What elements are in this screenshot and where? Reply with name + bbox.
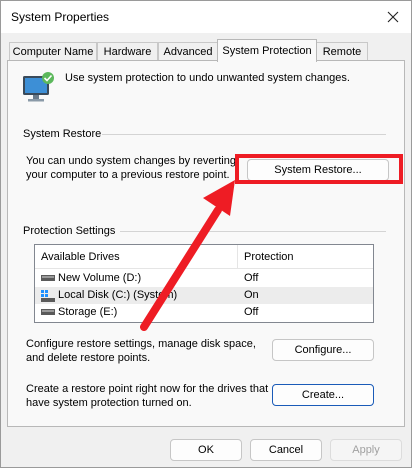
drive-protection: Off — [244, 272, 259, 284]
cancel-button[interactable]: Cancel — [250, 439, 322, 461]
tab-label: Hardware — [103, 46, 152, 58]
system-drive-icon — [41, 290, 55, 302]
tab-label: Remote — [322, 46, 362, 58]
window-title: System Properties — [11, 10, 110, 24]
tab-system-protection[interactable]: System Protection — [217, 39, 317, 62]
configure-button[interactable]: Configure... — [272, 339, 374, 361]
system-properties-window: System Properties Computer Name Hardware… — [0, 0, 412, 468]
system-restore-text-line2: your computer to a previous restore poin… — [26, 169, 230, 181]
tab-computer-name[interactable]: Computer Name — [9, 42, 97, 61]
tab-hardware[interactable]: Hardware — [97, 42, 158, 61]
button-label: Cancel — [268, 444, 304, 456]
tab-label: Advanced — [163, 46, 213, 58]
button-label: OK — [198, 444, 214, 456]
configure-text-line2: and delete restore points. — [26, 352, 151, 364]
drive-row-c[interactable]: Local Disk (C:) (System) On — [35, 287, 373, 304]
drive-row-e[interactable]: Storage (E:) Off — [35, 304, 373, 321]
drive-icon — [41, 275, 55, 281]
protection-settings-heading: Protection Settings — [23, 225, 116, 237]
drive-name: Storage (E:) — [58, 306, 118, 318]
button-label: Apply — [352, 444, 380, 456]
tab-remote[interactable]: Remote — [316, 42, 368, 61]
system-restore-button[interactable]: System Restore... — [247, 159, 389, 181]
system-protection-icon — [23, 72, 54, 102]
create-text-line2: have system protection turned on. — [26, 397, 192, 409]
create-text-line1: Create a restore point right now for the… — [26, 383, 269, 395]
configure-text-line1: Configure restore settings, manage disk … — [26, 338, 256, 350]
column-available-drives[interactable]: Available Drives — [41, 251, 120, 263]
drive-row-d[interactable]: New Volume (D:) Off — [35, 270, 373, 287]
button-label: Configure... — [294, 344, 352, 356]
system-restore-heading: System Restore — [23, 128, 102, 140]
button-label: Create... — [301, 389, 345, 401]
tab-label: System Protection — [222, 45, 312, 57]
system-restore-text-line1: You can undo system changes by reverting — [26, 155, 236, 167]
system-protection-panel: Use system protection to undo unwanted s… — [7, 60, 405, 427]
ok-button[interactable]: OK — [170, 439, 242, 461]
tab-strip: Computer Name Hardware Advanced System P… — [7, 39, 405, 62]
apply-button[interactable]: Apply — [330, 439, 402, 461]
drive-name: New Volume (D:) — [58, 272, 142, 284]
drives-list[interactable]: Available Drives Protection New Volume (… — [34, 244, 374, 323]
button-label: System Restore... — [274, 164, 362, 176]
intro-text: Use system protection to undo unwanted s… — [65, 72, 350, 84]
drives-list-header: Available Drives Protection — [35, 245, 373, 269]
drive-protection: Off — [244, 306, 259, 318]
drive-name: Local Disk (C:) (System) — [58, 289, 178, 301]
drive-icon — [41, 309, 55, 315]
column-separator — [237, 245, 238, 268]
tab-advanced[interactable]: Advanced — [158, 42, 218, 61]
column-protection[interactable]: Protection — [244, 251, 294, 263]
group-divider — [120, 231, 386, 232]
tab-label: Computer Name — [12, 46, 94, 58]
title-bar: System Properties — [1, 1, 411, 33]
create-button[interactable]: Create... — [272, 384, 374, 406]
drive-protection: On — [244, 289, 259, 301]
close-icon — [387, 11, 399, 23]
group-divider — [102, 134, 386, 135]
close-button[interactable] — [383, 7, 403, 27]
